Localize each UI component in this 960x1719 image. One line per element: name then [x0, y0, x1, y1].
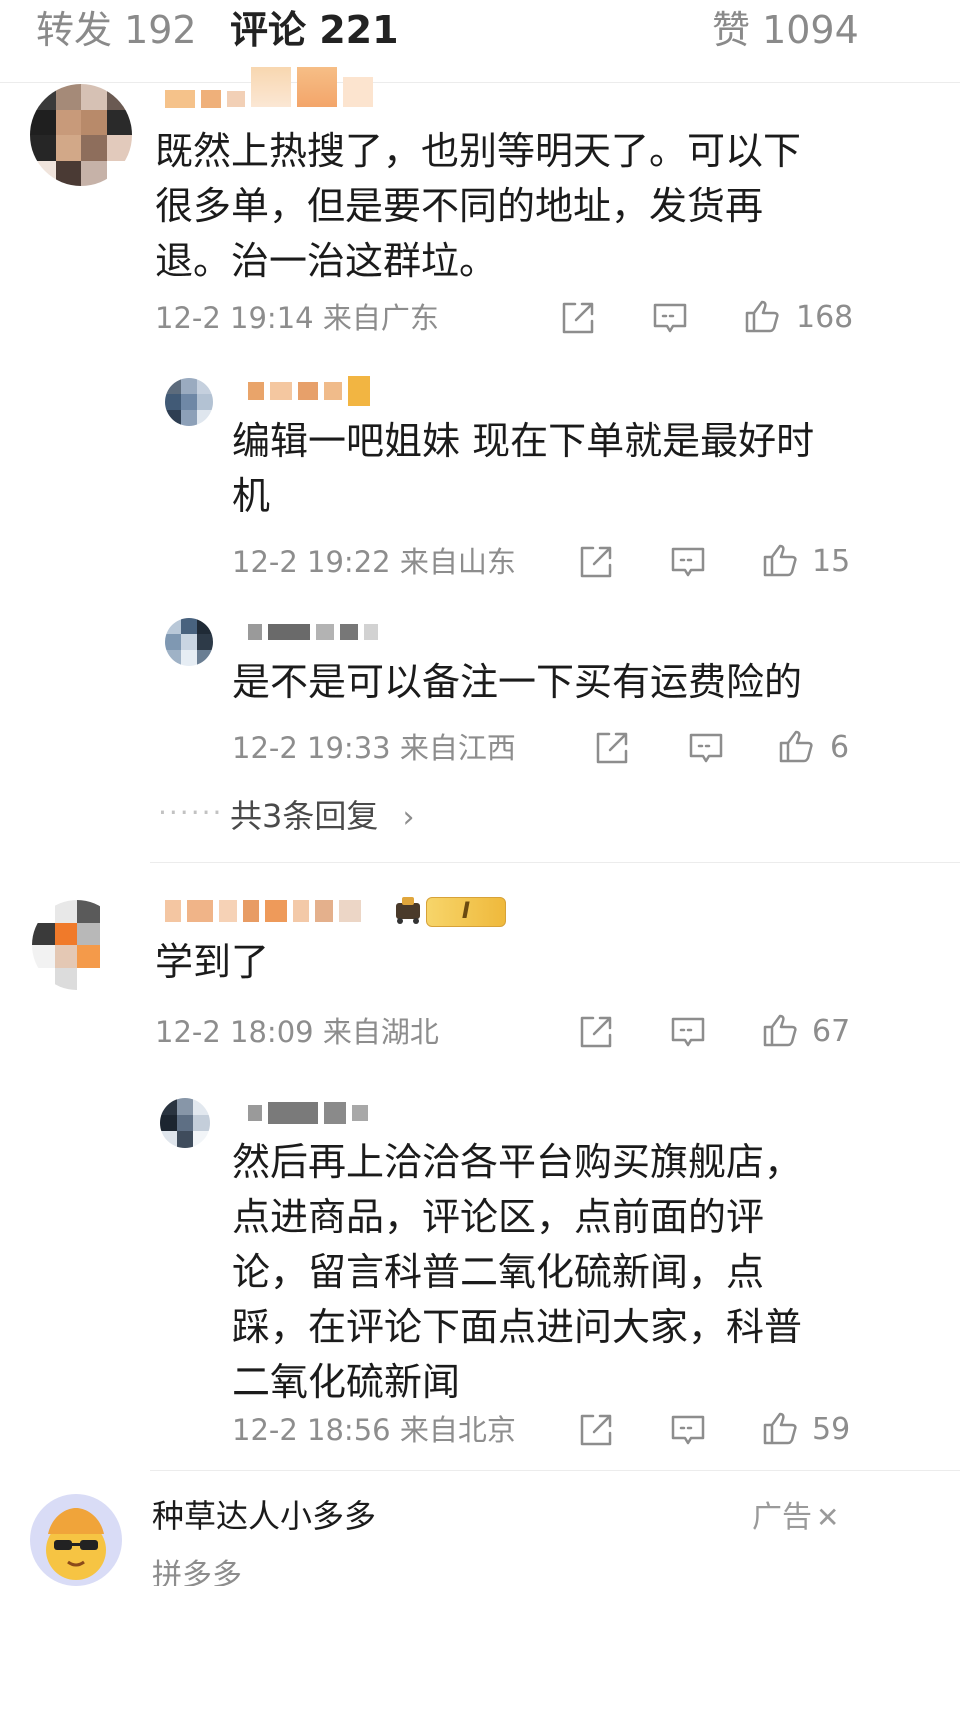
like-count: 67: [812, 1014, 851, 1049]
comment-divider: [150, 1470, 960, 1471]
like-count: 6: [830, 730, 850, 765]
comment-divider: [150, 862, 960, 863]
repost-icon[interactable]: [592, 728, 632, 768]
like-count: 59: [812, 1412, 851, 1447]
reply-meta: 12-2 19:33 来自江西: [232, 730, 516, 766]
repost-icon[interactable]: [558, 298, 598, 338]
repost-icon[interactable]: [576, 542, 616, 582]
username-mosaic[interactable]: [248, 624, 378, 640]
tab-bar-divider: [0, 82, 960, 83]
tab-comments[interactable]: 评论 221: [230, 8, 399, 52]
like-icon[interactable]: [760, 1010, 800, 1050]
comment-text: 既然上热搜了，也别等明天了。可以下很多单，但是要不同的地址，发货再退。治一治这群…: [155, 129, 802, 283]
badge-icon: [392, 893, 424, 927]
level-badge: I: [426, 897, 506, 927]
ad-name[interactable]: 种草达人小多多: [152, 1496, 376, 1536]
comment-icon[interactable]: [668, 542, 708, 582]
ad-subtitle: 拼多多: [152, 1558, 242, 1586]
username-mosaic[interactable]: [165, 900, 361, 922]
comment-icon[interactable]: [668, 1012, 708, 1052]
like-count: 168: [796, 300, 854, 335]
more-replies-link[interactable]: 共3条回复 ›: [230, 796, 415, 838]
more-replies-label: 共3条回复: [230, 797, 379, 835]
like-icon[interactable]: [776, 726, 816, 766]
comment-meta: 12-2 18:09 来自湖北: [155, 1014, 439, 1050]
comment-icon[interactable]: [650, 298, 690, 338]
chevron-right-icon: ›: [402, 800, 415, 835]
username-mosaic[interactable]: [248, 1102, 368, 1124]
avatar[interactable]: [165, 378, 213, 426]
comment-location: 来自湖北: [322, 1015, 439, 1049]
avatar[interactable]: [30, 84, 132, 186]
avatar[interactable]: [32, 900, 122, 990]
repost-icon[interactable]: [576, 1410, 616, 1450]
reply-location: 来自北京: [399, 1413, 516, 1447]
repost-icon[interactable]: [576, 1012, 616, 1052]
comment-time: 12-2 19:14: [155, 301, 314, 335]
username-mosaic[interactable]: [248, 376, 370, 406]
ad-label: 广告: [752, 1500, 812, 1535]
like-icon[interactable]: [760, 1408, 800, 1448]
tab-likes[interactable]: 赞 1094: [712, 8, 859, 52]
reply-meta: 12-2 19:22 来自山东: [232, 544, 516, 580]
comment-text: 学到了: [155, 940, 270, 984]
like-icon[interactable]: [742, 296, 782, 336]
comment-time: 12-2 18:09: [155, 1015, 314, 1049]
comment-icon[interactable]: [686, 728, 726, 768]
like-icon[interactable]: [760, 540, 800, 580]
avatar[interactable]: [160, 1098, 210, 1148]
reply-text: 是不是可以备注一下买有运费险的: [232, 660, 803, 704]
reply-text: 然后再上洽洽各平台购买旗舰店，点进商品，评论区，点前面的评论，留言科普二氧化硫新…: [232, 1140, 803, 1404]
ad-avatar[interactable]: [30, 1494, 122, 1586]
reply-location: 来自江西: [399, 731, 516, 765]
reply-meta: 12-2 18:56 来自北京: [232, 1412, 516, 1448]
close-icon[interactable]: ✕: [816, 1500, 839, 1536]
reply-time: 12-2 18:56: [232, 1413, 391, 1447]
comment-location: 来自广东: [322, 301, 439, 335]
like-count: 15: [812, 544, 851, 579]
reply-time: 12-2 19:22: [232, 545, 391, 579]
tab-repost[interactable]: 转发 192: [36, 8, 197, 52]
comment-icon[interactable]: [668, 1410, 708, 1450]
reply-time: 12-2 19:33: [232, 731, 391, 765]
avatar[interactable]: [165, 618, 213, 666]
reply-text: 编辑一吧姐妹 现在下单就是最好时机: [232, 419, 815, 518]
more-replies-dots: ······: [158, 796, 224, 829]
username-mosaic[interactable]: [165, 66, 373, 108]
reply-location: 来自山东: [399, 545, 516, 579]
comment-meta: 12-2 19:14 来自广东: [155, 300, 439, 336]
